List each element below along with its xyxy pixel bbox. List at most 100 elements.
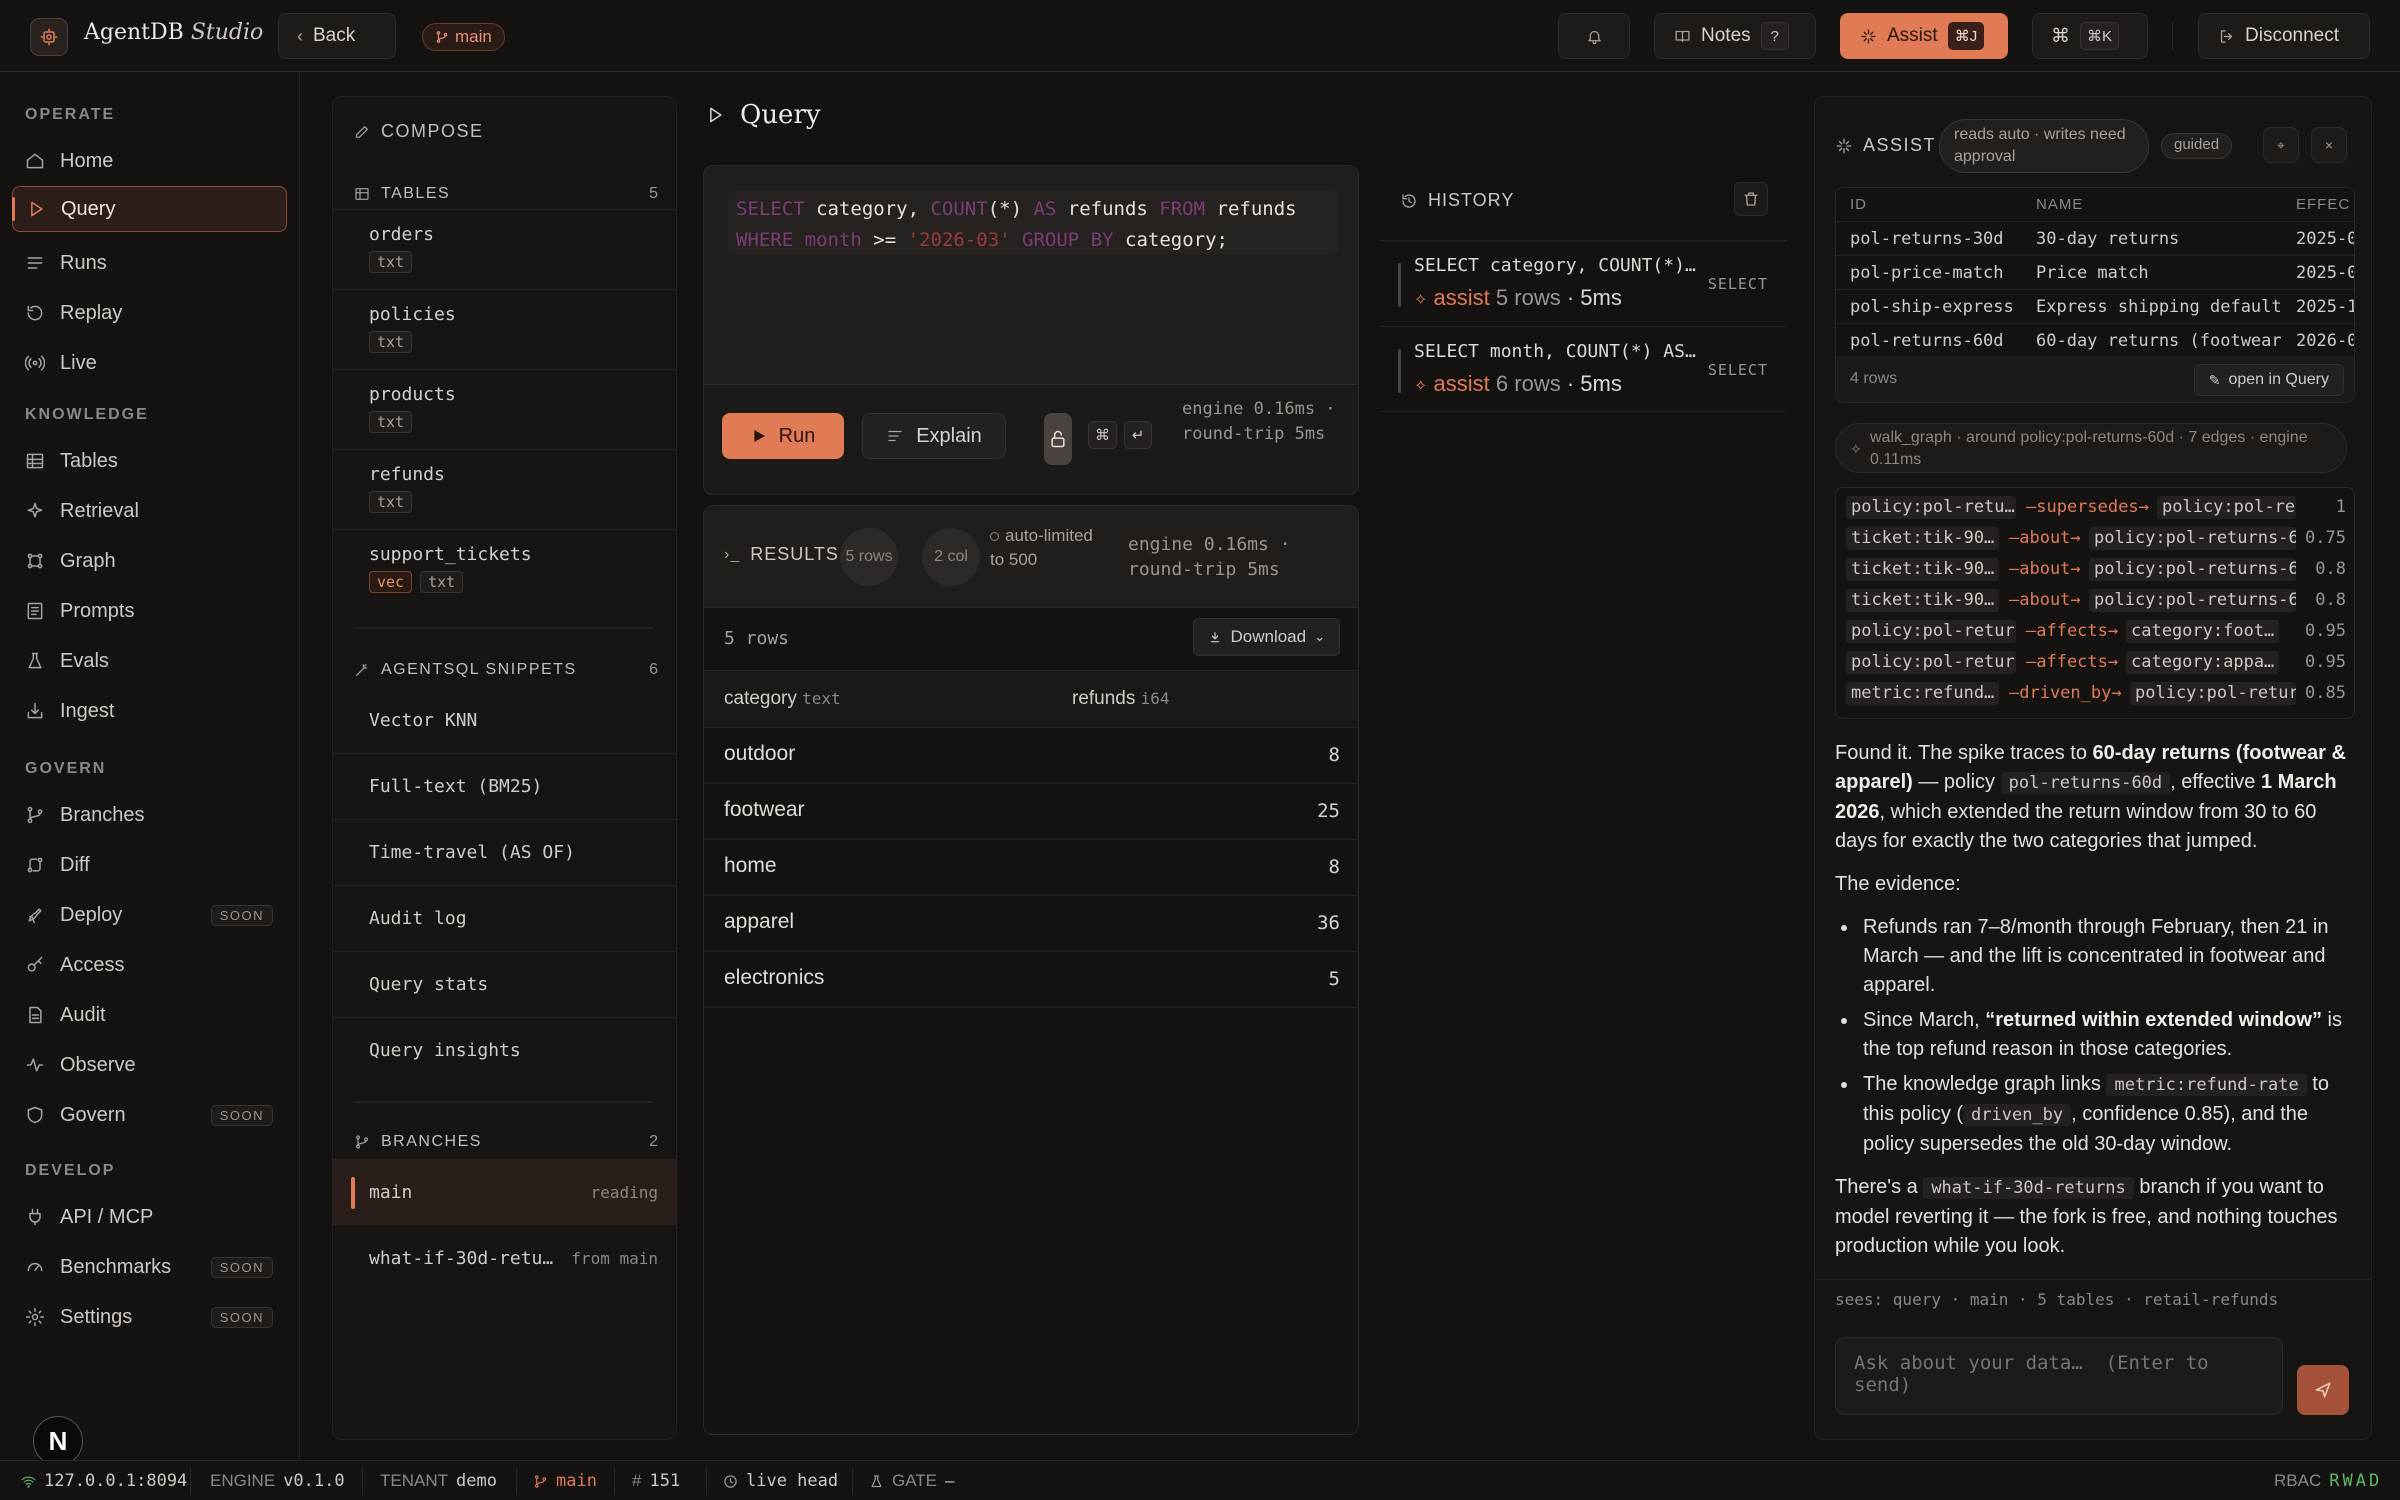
send-button[interactable] bbox=[2297, 1365, 2349, 1415]
status-branch[interactable]: main bbox=[532, 1471, 597, 1491]
tenant-label: TENANT bbox=[380, 1471, 448, 1490]
table-row[interactable]: pol-returns-60d 60-day returns (footwear … bbox=[1836, 324, 2355, 358]
run-button[interactable]: Run bbox=[722, 413, 844, 459]
sidebar-item-access[interactable]: Access bbox=[12, 942, 287, 988]
table-row[interactable]: apparel 36 bbox=[704, 896, 1358, 952]
command-palette-button[interactable]: ⌘ ⌘K bbox=[2032, 13, 2148, 59]
sidebar-item-evals[interactable]: Evals bbox=[12, 638, 287, 684]
table-row[interactable]: footwear 25 bbox=[704, 784, 1358, 840]
history-item[interactable]: SELECT month, COUNT(*) AS refunds FROM r… bbox=[1380, 326, 1786, 412]
edge-relation: —about→ bbox=[2009, 528, 2081, 548]
table-item-policies[interactable]: policies txt bbox=[333, 289, 676, 369]
open-in-query-button[interactable]: ✎ open in Query bbox=[2193, 364, 2344, 396]
pin-button[interactable]: ⌖ bbox=[2263, 127, 2299, 163]
snippet-item[interactable]: Full-text (BM25) bbox=[333, 753, 676, 819]
column-header-category[interactable]: category text bbox=[724, 688, 841, 710]
snippet-item[interactable]: Query insights bbox=[333, 1017, 676, 1083]
flask-icon bbox=[24, 650, 46, 672]
sidebar-item-deploy[interactable]: Deploy SOON bbox=[12, 892, 287, 938]
sidebar-item-observe[interactable]: Observe bbox=[12, 1042, 287, 1088]
history-rows: 6 rows bbox=[1495, 371, 1561, 396]
edge-row[interactable]: metric:refund… —driven_by→ policy:pol-retu… bbox=[1836, 678, 2354, 709]
policies-result-table: ID NAME EFFEC pol-returns-30d 30-day retu… bbox=[1835, 187, 2355, 403]
history-time: · 5ms bbox=[1566, 371, 1622, 396]
edge-relation: —about→ bbox=[2009, 590, 2081, 610]
edge-row[interactable]: ticket:tik-90… —about→ policy:pol-returns-… bbox=[1836, 554, 2354, 585]
column-name: refunds bbox=[1072, 688, 1136, 709]
sidebar-item-ingest[interactable]: Ingest bbox=[12, 688, 287, 734]
branch-item-main[interactable]: main reading bbox=[333, 1159, 676, 1225]
disconnect-button[interactable]: Disconnect bbox=[2198, 13, 2370, 59]
hash-value: 151 bbox=[649, 1471, 681, 1491]
snippets-section-title: AGENTSQL SNIPPETS bbox=[353, 661, 577, 679]
edge-row[interactable]: policy:pol-returns… —affects→ category:foo… bbox=[1836, 616, 2354, 647]
edge-weight: 1 bbox=[2335, 497, 2346, 517]
section-divider bbox=[353, 1101, 653, 1103]
edge-row[interactable]: ticket:tik-90… —about→ policy:pol-returns-… bbox=[1836, 585, 2354, 616]
mode-badge[interactable]: guided bbox=[2161, 133, 2233, 159]
sidebar-nav: OPERATE Home Query Runs Replay Live KNOW… bbox=[0, 72, 300, 1460]
table-item-orders[interactable]: orders txt bbox=[333, 209, 676, 289]
sidebar-item-diff[interactable]: Diff bbox=[12, 842, 287, 888]
snippet-item[interactable]: Time-travel (AS OF) bbox=[333, 819, 676, 885]
table-row[interactable]: pol-returns-30d 30-day returns 2025-0 bbox=[1836, 222, 2354, 256]
table-row[interactable]: outdoor 8 bbox=[704, 728, 1358, 784]
notes-button[interactable]: Notes ? bbox=[1654, 13, 1816, 59]
explain-button[interactable]: Explain bbox=[862, 413, 1006, 459]
history-item[interactable]: SELECT category, COUNT(*) AS refunds FRO… bbox=[1380, 240, 1786, 326]
lock-toggle[interactable] bbox=[1044, 413, 1072, 465]
table-row[interactable]: home 8 bbox=[704, 840, 1358, 896]
status-divider bbox=[190, 1467, 191, 1495]
table-name: refunds bbox=[369, 464, 445, 485]
sidebar-item-live[interactable]: Live bbox=[12, 340, 287, 386]
edge-row[interactable]: policy:pol-returns… —affects→ category:app… bbox=[1836, 647, 2354, 678]
column-header-refunds[interactable]: refunds i64 bbox=[1072, 688, 1170, 710]
sidebar-item-branches[interactable]: Branches bbox=[12, 792, 287, 838]
clear-history-button[interactable] bbox=[1734, 182, 1768, 216]
answer-bullet: Refunds ran 7–8/month through February, … bbox=[1835, 913, 2355, 1000]
history-kind: SELECT bbox=[1707, 361, 1768, 379]
sidebar-item-query[interactable]: Query bbox=[12, 186, 287, 232]
snippet-item[interactable]: Query stats bbox=[333, 951, 676, 1017]
sidebar-item-govern[interactable]: Govern SOON bbox=[12, 1092, 287, 1138]
table-item-refunds[interactable]: refunds txt bbox=[333, 449, 676, 529]
sidebar-item-prompts[interactable]: Prompts bbox=[12, 588, 287, 634]
sidebar-item-graph[interactable]: Graph bbox=[12, 538, 287, 584]
results-title-label: RESULTS bbox=[750, 544, 839, 564]
close-button[interactable]: × bbox=[2311, 127, 2347, 163]
assist-input[interactable] bbox=[1835, 1337, 2283, 1415]
sidebar-item-runs[interactable]: Runs bbox=[12, 240, 287, 286]
assist-button[interactable]: Assist ⌘J bbox=[1840, 13, 2008, 59]
sql-code[interactable]: SELECT category, COUNT(*) AS refunds FRO… bbox=[728, 190, 1338, 254]
table-row[interactable]: pol-price-match Price match 2025-0 bbox=[1836, 256, 2354, 290]
sidebar-item-audit[interactable]: Audit bbox=[12, 992, 287, 1038]
sidebar-item-replay[interactable]: Replay bbox=[12, 290, 287, 336]
sidebar-item-retrieval[interactable]: Retrieval bbox=[12, 488, 287, 534]
notifications-button[interactable] bbox=[1558, 13, 1630, 59]
sql-editor[interactable]: SELECT category, COUNT(*) AS refunds FRO… bbox=[703, 165, 1359, 495]
sidebar-item-benchmarks[interactable]: Benchmarks SOON bbox=[12, 1244, 287, 1290]
edge-relation: —affects→ bbox=[2026, 621, 2119, 641]
sidebar-item-settings[interactable]: Settings SOON bbox=[12, 1294, 287, 1340]
edge-row[interactable]: policy:pol-retu… —supersedes→ policy:pol-r… bbox=[1836, 492, 2354, 523]
back-button[interactable]: ‹ Back bbox=[278, 13, 396, 59]
policy-effective: 2026-0 bbox=[2296, 331, 2355, 351]
sidebar-item-home[interactable]: Home bbox=[12, 138, 287, 184]
branch-pill[interactable]: main bbox=[422, 23, 505, 51]
table-item-support-tickets[interactable]: support_tickets vec txt bbox=[333, 529, 676, 609]
history-panel: HISTORY SELECT category, COUNT(*) AS ref… bbox=[1380, 172, 1786, 412]
edge-row[interactable]: ticket:tik-90… —about→ policy:pol-returns-… bbox=[1836, 523, 2354, 554]
sql-keyword: AS bbox=[1033, 198, 1057, 220]
snippet-item[interactable]: Vector KNN bbox=[333, 687, 676, 753]
table-name: policies bbox=[369, 304, 456, 325]
sidebar-item-api-mcp[interactable]: API / MCP bbox=[12, 1194, 287, 1240]
app-badge[interactable]: N bbox=[33, 1416, 83, 1466]
sidebar-item-tables[interactable]: Tables bbox=[12, 438, 287, 484]
snippet-item[interactable]: Audit log bbox=[333, 885, 676, 951]
branch-item-what-if[interactable]: what-if-30d-retu… from main bbox=[333, 1225, 676, 1291]
table-row[interactable]: electronics 5 bbox=[704, 952, 1358, 1008]
table-item-products[interactable]: products txt bbox=[333, 369, 676, 449]
table-row[interactable]: pol-ship-express Express shipping default… bbox=[1836, 290, 2354, 324]
download-button[interactable]: Download ⌄ bbox=[1193, 618, 1340, 656]
